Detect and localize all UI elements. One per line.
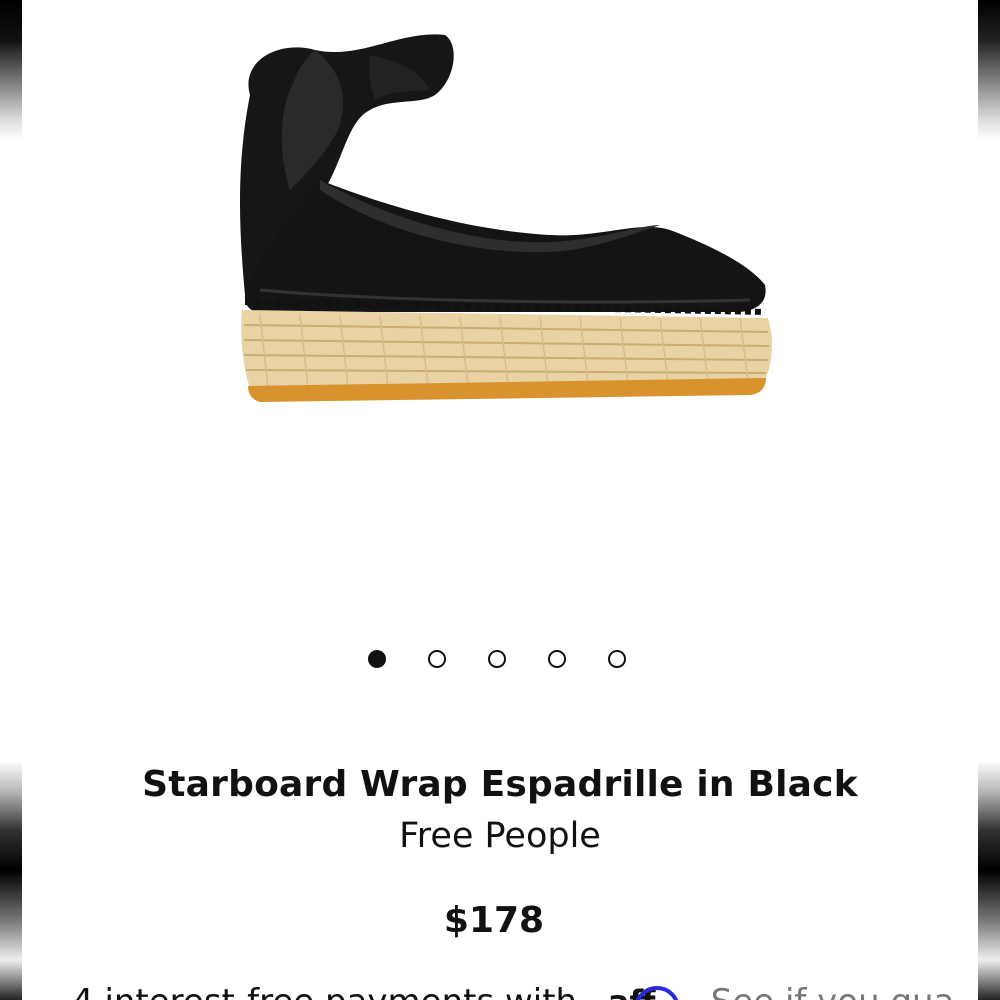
product-title: Starboard Wrap Espadrille in Black xyxy=(142,764,858,805)
carousel-dot-1[interactable] xyxy=(368,650,386,668)
product-price: $178 xyxy=(443,900,545,941)
carousel-dot-2[interactable] xyxy=(428,650,446,668)
image-carousel-dots xyxy=(0,650,997,668)
carousel-dot-5[interactable] xyxy=(608,650,626,668)
product-image[interactable] xyxy=(220,20,790,420)
installment-text: 4 interest-free payments with xyxy=(72,982,577,1000)
carousel-dot-3[interactable] xyxy=(488,650,506,668)
product-page: Starboard Wrap Espadrille in Black Free … xyxy=(0,0,1000,1000)
affirm-logo: aff xyxy=(608,982,688,1000)
carousel-dot-4[interactable] xyxy=(548,650,566,668)
see-if-you-qualify-link[interactable]: See if you qualify xyxy=(711,982,952,1000)
installment-payments-banner: 4 interest-free payments with aff See if… xyxy=(72,982,952,1000)
product-brand[interactable]: Free People xyxy=(0,816,1000,856)
